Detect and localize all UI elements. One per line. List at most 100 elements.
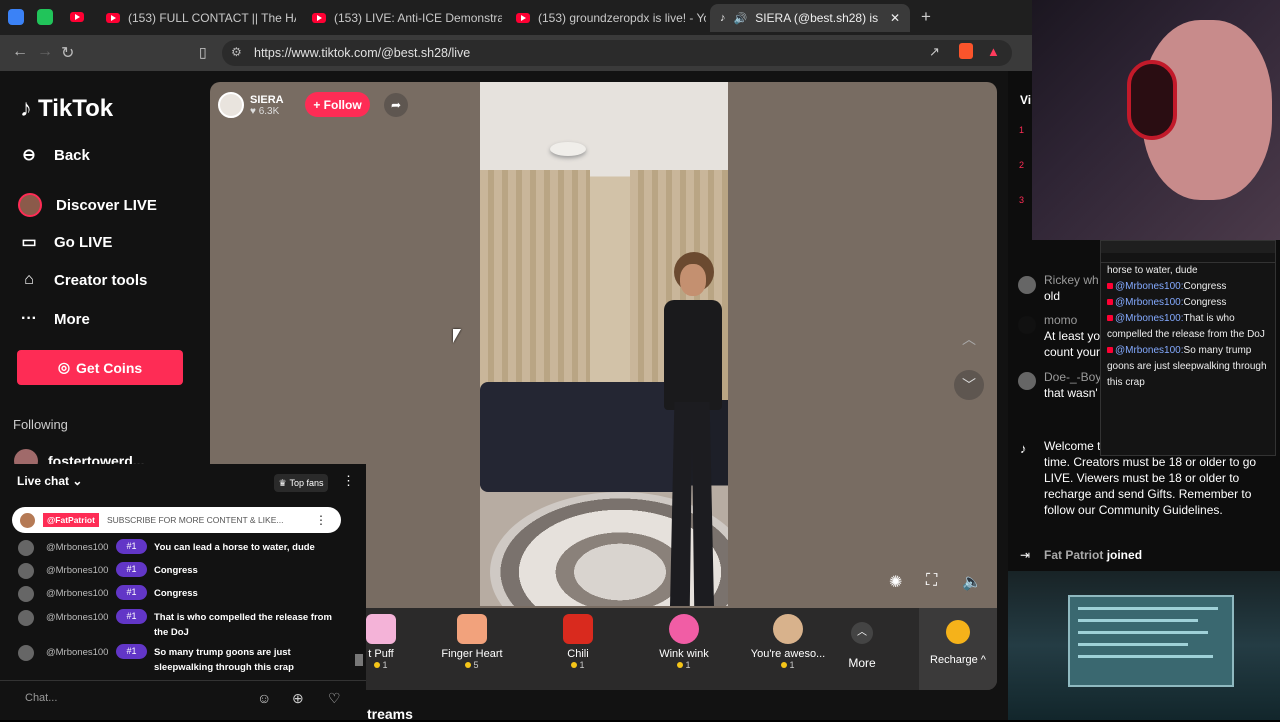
next-stream-button[interactable]: ﹀ bbox=[954, 370, 984, 400]
forward-nav-icon[interactable]: → bbox=[37, 43, 53, 61]
mouse-cursor bbox=[453, 329, 461, 343]
multichat-filter bbox=[1101, 253, 1275, 263]
crown-icon: ♛ bbox=[278, 477, 287, 488]
volume-icon[interactable]: 🔈 bbox=[962, 572, 982, 592]
tiktok-favicon: ♪ bbox=[720, 12, 726, 24]
multichat-overlay: horse to water, dude @Mrbones100:Congres… bbox=[1100, 240, 1276, 456]
sidebar-item-more[interactable]: ··· More bbox=[18, 310, 90, 328]
game-overlay bbox=[1008, 571, 1280, 720]
game-row bbox=[1078, 631, 1208, 634]
previous-stream-button[interactable]: ︿ bbox=[954, 324, 984, 354]
new-tab-button[interactable]: + bbox=[921, 7, 931, 27]
bookmark-icon[interactable]: ▯ bbox=[199, 44, 207, 61]
gift-cat-icon bbox=[773, 614, 803, 644]
chat-menu-icon[interactable]: ⋮ bbox=[342, 473, 355, 489]
gift-cotton-puff-icon bbox=[366, 614, 396, 644]
brave-shield-icon[interactable] bbox=[959, 43, 973, 59]
video-camera-icon: ▭ bbox=[21, 234, 37, 251]
youtube-icon bbox=[516, 13, 530, 23]
youtube-pinned-icon[interactable] bbox=[70, 12, 84, 22]
sidebar-item-creator-tools[interactable]: ⌂ Creator tools bbox=[18, 271, 147, 289]
ellipsis-icon: ··· bbox=[21, 310, 37, 327]
top-fans-button[interactable]: ♛ Top fans bbox=[274, 474, 328, 492]
youtube-icon bbox=[312, 13, 326, 23]
speaker-icon[interactable]: 🔊 bbox=[734, 12, 748, 25]
browser-tab[interactable]: (153) FULL CONTACT || The HARD HIT bbox=[96, 4, 296, 32]
url-field[interactable]: https://www.tiktok.com/@best.sh28/live bbox=[222, 40, 1012, 66]
rank-number: 1 bbox=[1019, 125, 1025, 135]
coin-icon bbox=[946, 620, 970, 644]
pinned-menu-icon[interactable]: ⋮ bbox=[315, 513, 327, 527]
browser-tab[interactable]: (153) LIVE: Anti-ICE Demonstration O bbox=[302, 4, 502, 32]
lightbulb-icon: ⌂ bbox=[24, 271, 34, 288]
live-chat-panel: Live chat ⌄ ♛ Top fans ⋮ @FatPatriot SUBS… bbox=[0, 464, 366, 720]
more-gifts-button[interactable]: ︿ More bbox=[836, 622, 888, 670]
pinned-message[interactable]: @FatPatriot SUBSCRIBE FOR MORE CONTENT &… bbox=[12, 507, 341, 533]
multichat-line: @Mrbones100:Congress bbox=[1101, 295, 1275, 311]
sidebar-item-go-live[interactable]: ▭ Go LIVE bbox=[18, 232, 112, 252]
live-chat-dropdown[interactable]: Live chat ⌄ bbox=[17, 474, 82, 488]
webcam-overlay bbox=[1032, 0, 1280, 240]
streamer bbox=[656, 252, 726, 606]
gift-item[interactable]: Chili 1 bbox=[533, 614, 623, 670]
site-settings-icon[interactable]: ⚙ bbox=[231, 45, 242, 59]
gift-heart-icon[interactable]: ♡ bbox=[328, 690, 341, 707]
back-nav-icon[interactable]: ← bbox=[12, 43, 28, 61]
headset bbox=[1127, 60, 1177, 140]
avatar bbox=[18, 586, 34, 602]
reload-icon[interactable]: ↻ bbox=[61, 43, 74, 63]
gift-finger-heart-icon bbox=[457, 614, 487, 644]
recharge-button[interactable]: Recharge ^ bbox=[919, 608, 997, 690]
joined-message: Fat Patriot joined bbox=[1044, 548, 1143, 562]
chat-scrollbar[interactable] bbox=[355, 654, 363, 666]
brave-rewards-icon[interactable]: ▲ bbox=[987, 44, 1000, 59]
multichat-line: @Mrbones100:That is who compelled the re… bbox=[1107, 313, 1265, 340]
add-icon[interactable]: ⊕ bbox=[292, 690, 304, 707]
multichat-titlebar bbox=[1101, 241, 1275, 253]
tiktok-note-icon: ♪ bbox=[1020, 441, 1027, 456]
legs bbox=[670, 402, 714, 606]
coin-icon: ◎ bbox=[57, 359, 71, 375]
browser-tab-active[interactable]: ♪ 🔊 SIERA (@best.sh28) is LIVE - T ✕ bbox=[710, 4, 910, 32]
multichat-line: horse to water, dude bbox=[1107, 265, 1198, 276]
host-name: SIERA bbox=[250, 93, 284, 106]
settings-icon[interactable]: ✺ bbox=[889, 572, 902, 592]
chat-input[interactable]: Chat... bbox=[25, 692, 57, 704]
avatar bbox=[18, 563, 34, 579]
gift-item[interactable]: You're aweso... 1 bbox=[743, 614, 833, 670]
chevron-down-icon: ⌄ bbox=[72, 474, 83, 488]
avatar bbox=[18, 645, 34, 661]
live-video[interactable] bbox=[480, 82, 728, 606]
game-row bbox=[1078, 655, 1213, 658]
play-icon[interactable] bbox=[37, 9, 53, 25]
sidebar-item-discover-live[interactable]: Discover LIVE bbox=[18, 193, 157, 217]
share-icon[interactable]: ↗ bbox=[929, 44, 940, 60]
sidebar-item-back[interactable]: ⊖ Back bbox=[18, 145, 90, 165]
follow-button[interactable]: + Follow bbox=[305, 92, 370, 117]
emoji-icon[interactable]: ☺ bbox=[257, 690, 271, 706]
gift-item[interactable]: Wink wink 1 bbox=[639, 614, 729, 670]
rank-badge: #1 bbox=[116, 562, 147, 577]
game-row bbox=[1078, 643, 1188, 646]
browser-tab[interactable]: (153) groundzeropdx is live! - YouTul bbox=[506, 4, 706, 32]
avatar bbox=[1018, 372, 1036, 390]
curtain bbox=[480, 170, 590, 400]
close-tab-icon[interactable]: ✕ bbox=[890, 11, 900, 25]
share-arrow-icon[interactable]: ➦ bbox=[384, 93, 408, 117]
browser-logo-icon[interactable] bbox=[8, 9, 24, 25]
rank-number: 3 bbox=[1019, 195, 1025, 205]
gift-bar: t Puff 1 Finger Heart 5 Chili 1 Wink wink 1 … bbox=[366, 608, 997, 690]
tiktok-logo[interactable]: ♪ TikTok bbox=[20, 95, 113, 123]
multichat-line: @Mrbones100:Congress bbox=[1101, 279, 1275, 295]
gift-chili-icon bbox=[563, 614, 593, 644]
sofa bbox=[480, 382, 680, 492]
arrow-left-icon: ⊖ bbox=[22, 147, 36, 164]
gift-item[interactable]: Finger Heart 5 bbox=[427, 614, 517, 670]
ceiling-light bbox=[550, 142, 586, 156]
game-row bbox=[1078, 619, 1198, 622]
avatar bbox=[1018, 316, 1036, 334]
avatar bbox=[18, 610, 34, 626]
get-coins-button[interactable]: ◎ Get Coins bbox=[17, 350, 183, 385]
fullscreen-icon[interactable]: ⛶ bbox=[926, 572, 937, 590]
game-row bbox=[1078, 607, 1218, 610]
